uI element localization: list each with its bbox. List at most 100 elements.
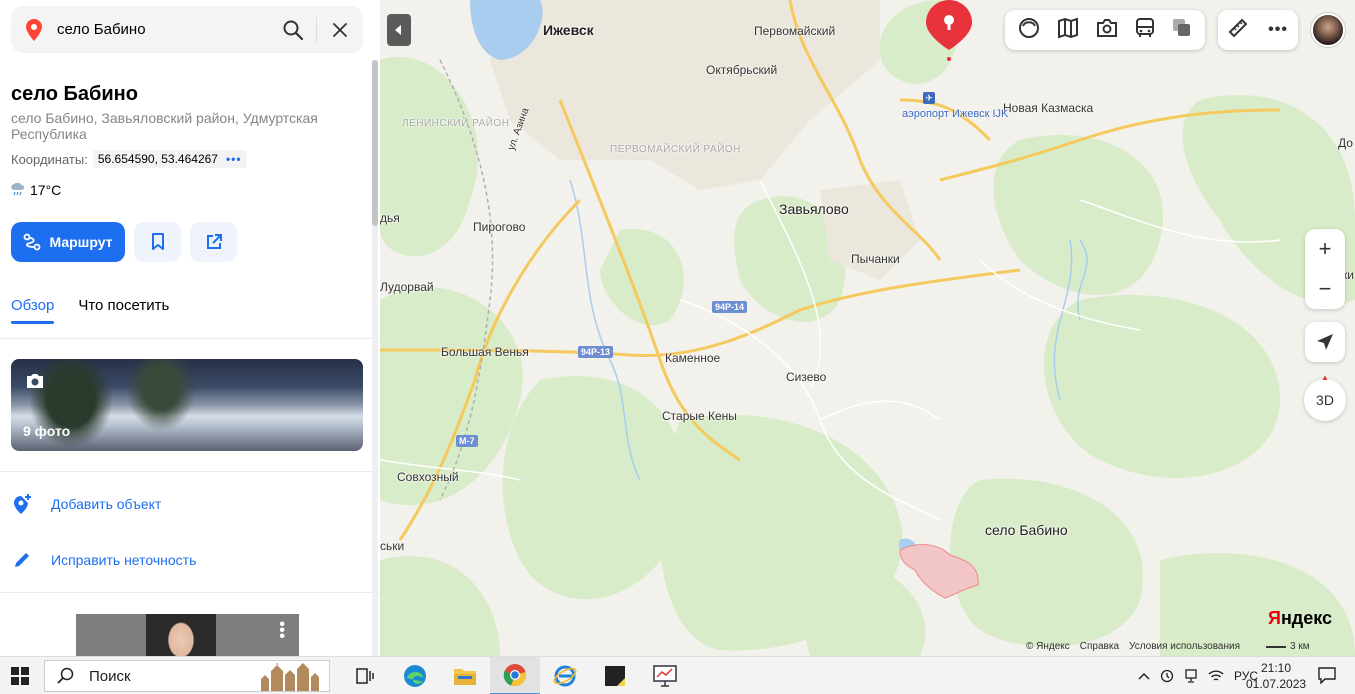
- file-explorer-app[interactable]: [440, 657, 490, 694]
- route-button[interactable]: Маршрут: [11, 222, 125, 262]
- compass-north-icon: ▲: [1321, 373, 1329, 382]
- alice-button[interactable]: [1018, 17, 1040, 44]
- bookmark-button[interactable]: [134, 222, 181, 262]
- coordinates-value[interactable]: 56.654590, 53.464267 •••: [92, 150, 247, 168]
- taskbar-search-placeholder: Поиск: [89, 667, 131, 685]
- place-address: село Бабино, Завьяловский район, Удмуртс…: [11, 110, 318, 142]
- village-label[interactable]: Лудорвай: [380, 280, 434, 294]
- logo-rest: ндекс: [1280, 608, 1333, 628]
- task-view-button[interactable]: [340, 657, 390, 694]
- edge-icon: [404, 665, 426, 687]
- weather-rain-icon: [11, 183, 25, 196]
- add-object-action[interactable]: Добавить объект: [11, 493, 161, 515]
- scale-label: 3 км: [1290, 641, 1310, 652]
- ruler-button[interactable]: [1228, 18, 1248, 43]
- fix-error-action[interactable]: Исправить неточность: [11, 549, 196, 571]
- panorama-button[interactable]: [1096, 18, 1118, 43]
- search-button[interactable]: [270, 6, 316, 53]
- divider: [0, 592, 380, 593]
- chevron-up-icon[interactable]: [1138, 672, 1150, 680]
- village-label[interactable]: Октябрьский: [706, 63, 777, 77]
- zoom-control: + −: [1305, 229, 1345, 309]
- my-location-button[interactable]: [1305, 322, 1345, 362]
- airport-label[interactable]: аэропорт Ижевск IJK: [902, 108, 1008, 120]
- photo-gallery[interactable]: 9 фото: [11, 359, 363, 451]
- village-label[interactable]: Пирогово: [473, 220, 525, 234]
- yandex-logo[interactable]: Яндекс: [1268, 608, 1332, 629]
- place-marker-icon[interactable]: [926, 0, 972, 62]
- town-label[interactable]: Завьялово: [779, 201, 849, 217]
- coordinates-label: Координаты:: [11, 151, 88, 167]
- chrome-app[interactable]: [490, 657, 540, 694]
- add-object-label: Добавить объект: [51, 496, 162, 512]
- wifi-icon[interactable]: [1208, 669, 1224, 683]
- presentation-app[interactable]: [640, 657, 690, 694]
- 3d-toggle-button[interactable]: ▲ 3D: [1304, 373, 1346, 421]
- ad-image: [146, 614, 216, 656]
- village-label[interactable]: Первомайский: [754, 24, 835, 38]
- village-label[interactable]: Большая Венья: [441, 345, 529, 359]
- collapse-sidebar-button[interactable]: [387, 14, 411, 46]
- weather[interactable]: 17°C: [11, 182, 61, 198]
- tabs: Обзор Что посетить: [11, 297, 169, 314]
- internet-explorer-app[interactable]: [540, 657, 590, 694]
- copyright-text[interactable]: © Яндекс: [1026, 641, 1070, 652]
- coordinates-text: 56.654590, 53.464267: [97, 152, 218, 166]
- village-label[interactable]: Каменное: [665, 351, 720, 365]
- village-label[interactable]: ськи: [380, 539, 404, 553]
- scrollbar-thumb[interactable]: [372, 60, 378, 226]
- 3d-label: 3D: [1316, 392, 1334, 408]
- terms-link[interactable]: Условия использования: [1129, 641, 1240, 652]
- village-label[interactable]: Пычанки: [851, 252, 900, 266]
- notes-app[interactable]: [590, 657, 640, 694]
- road-number-badge: 94Р-14: [712, 301, 748, 313]
- user-avatar[interactable]: [1311, 13, 1345, 47]
- notifications-button[interactable]: [1318, 666, 1336, 689]
- ie-icon: [553, 665, 577, 687]
- share-icon: [206, 234, 222, 249]
- system-tray: РУС: [1138, 657, 1258, 694]
- village-label[interactable]: дья: [380, 211, 400, 225]
- zoom-out-button[interactable]: −: [1305, 269, 1345, 309]
- edge-app[interactable]: [390, 657, 440, 694]
- transport-button[interactable]: [1135, 17, 1155, 44]
- camera-icon: [1096, 18, 1117, 37]
- taskbar-search[interactable]: Поиск: [44, 660, 330, 692]
- close-icon: [333, 22, 347, 37]
- village-label[interactable]: Совхозный: [397, 470, 459, 484]
- village-label[interactable]: Старые Кены: [662, 409, 737, 423]
- scale-bar: [1266, 645, 1286, 648]
- ruler-icon: [1228, 18, 1248, 37]
- network-icon[interactable]: [1184, 669, 1198, 683]
- coordinates-more-button[interactable]: •••: [226, 152, 242, 166]
- share-button[interactable]: [190, 222, 237, 262]
- more-button[interactable]: •••: [1268, 21, 1288, 39]
- sidebar-scrollbar[interactable]: [372, 60, 378, 656]
- tab-active-indicator: [11, 321, 54, 324]
- start-button[interactable]: [0, 666, 40, 685]
- airport-icon: ✈: [923, 92, 935, 104]
- layers-button[interactable]: [1172, 18, 1192, 43]
- ad-menu-button[interactable]: • • •: [279, 617, 285, 645]
- clear-search-button[interactable]: [317, 6, 363, 53]
- tab-overview[interactable]: Обзор: [11, 297, 54, 314]
- urban-areas: [490, 0, 920, 280]
- location-pin-icon: [11, 18, 57, 41]
- city-label[interactable]: Ижевск: [543, 22, 594, 38]
- taskbar-clock[interactable]: 21:10 01.07.2023: [1246, 660, 1306, 692]
- zoom-in-button[interactable]: +: [1305, 229, 1345, 269]
- help-link[interactable]: Справка: [1080, 641, 1119, 652]
- village-label[interactable]: Сизево: [786, 370, 826, 384]
- village-label[interactable]: До: [1338, 136, 1353, 150]
- tab-what-to-visit[interactable]: Что посетить: [78, 297, 169, 314]
- map-copyright: © Яндекс Справка Условия использования: [1026, 641, 1240, 652]
- pencil-icon: [15, 553, 29, 567]
- village-label[interactable]: Новая Казмаска: [1003, 101, 1093, 115]
- map-canvas[interactable]: Ижевск Первомайский Октябрьский Новая Ка…: [380, 0, 1355, 656]
- map-layers-button[interactable]: [1057, 17, 1079, 44]
- search-input[interactable]: село Бабино: [57, 21, 270, 38]
- advertisement[interactable]: • • •: [76, 614, 299, 656]
- search-box[interactable]: село Бабино: [11, 6, 363, 53]
- place-marker-label[interactable]: село Бабино: [985, 522, 1068, 538]
- cloud-icon[interactable]: [1160, 669, 1174, 683]
